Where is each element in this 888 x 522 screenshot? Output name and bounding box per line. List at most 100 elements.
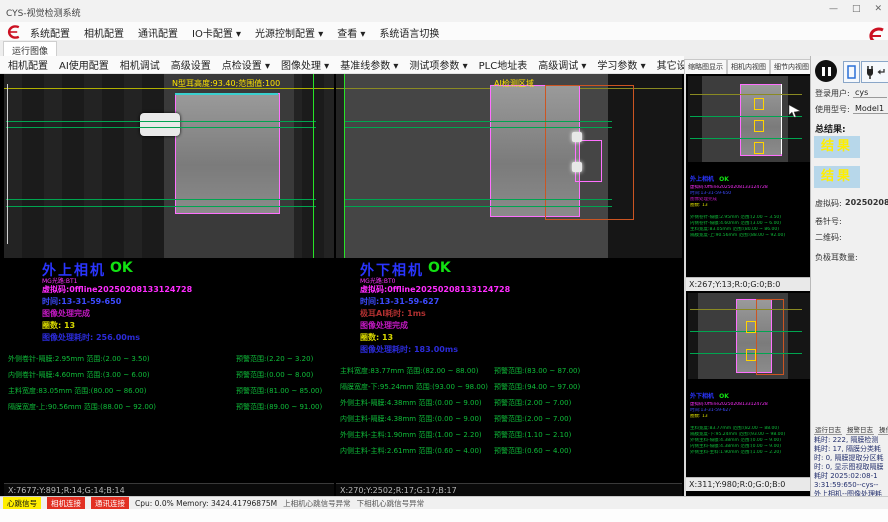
tool-advanced-settings[interactable]: 高级设置 [171, 57, 211, 72]
measure-value: 主料宽度:83.05mm 范围:(80.00 ~ 86.00) [8, 386, 146, 396]
upper-camera-heartbeat-text: 上相机心跳信号异常 [283, 498, 351, 509]
thumb1-yellow-line [690, 94, 802, 95]
tool-camera-debug[interactable]: 相机调试 [120, 57, 160, 72]
thumb1-pixel-coords: X:267;Y:13;R:0;G:0;B:0 [686, 277, 810, 291]
thumb1-title: 外上相机 [690, 176, 714, 183]
thumb2-row: 外侧主料-主料:1.90mm 范围:(1.00 ~ 2.20) [690, 450, 810, 456]
login-user-value: cys [853, 88, 887, 98]
thumb1-green-line-1 [690, 116, 802, 117]
mid-ai-time: 极耳AI耗时: 1ms [360, 308, 426, 319]
thumb2-count: 圈数: 13 [690, 414, 810, 420]
log-tab-operate[interactable]: 操作日志 [878, 424, 888, 435]
tool-baseline-params[interactable]: 基准线参数 ▾ [340, 57, 398, 72]
neg-tab-count-label: 负极耳数量: [815, 252, 858, 263]
close-icon[interactable]: ✕ [874, 4, 882, 14]
camera-connect-badge: 相机连接 [47, 497, 85, 510]
tool-learning-params[interactable]: 学习参数 ▾ [597, 57, 645, 72]
left-result-info: 外上相机 OK MG光路:BT1 虚拟码:0ffline202502081331… [4, 258, 334, 483]
thumb-tab-camera-view[interactable]: 相机内视图 [727, 59, 770, 74]
login-user-label: 登录用户: [815, 88, 850, 99]
middle-pixel-coords: X:270;Y:2502;R:17;G:17;B:17 [336, 483, 682, 496]
warn-range: 预警范围:(94.00 ~ 97.00) [494, 382, 580, 392]
middle-camera-view[interactable]: AI检测区域 外下相机 OK MG光路:BT0 虚拟码:0ffline20250… [336, 74, 682, 496]
thumbnail-1-image[interactable] [688, 76, 810, 162]
tool-ai-use-config[interactable]: AI使用配置 [59, 57, 109, 72]
left-overlay-yellow-line [4, 88, 334, 89]
left-connector-tab [140, 113, 180, 136]
thumbnail-column: 外上相机 OK 虚拟码:0ffline20250208133124728 时间:… [684, 74, 810, 496]
mid-green-line-2 [344, 127, 612, 128]
tool-spot-check[interactable]: 点检设置 ▾ [222, 57, 270, 72]
mid-camera-status: OK [428, 260, 451, 276]
measure-value: 隔膜宽度-上:90.56mm 范围:(88.00 ~ 92.00) [8, 402, 156, 412]
pause-button[interactable] [815, 60, 837, 82]
menu-view[interactable]: 查看 ▾ [337, 25, 365, 40]
return-button[interactable] [873, 61, 888, 83]
left-green-line-2 [6, 127, 316, 128]
thumb2-yellow-line [690, 309, 802, 310]
menu-camera-config[interactable]: 相机配置 [84, 25, 124, 40]
model-label: 使用型号: [815, 104, 850, 115]
thumb2-anno-box-2 [746, 349, 756, 361]
middle-result-info: 外下相机 OK MG光路:BT0 虚拟码:0ffline202502081331… [336, 258, 682, 483]
warn-range: 预警范围:(0.00 ~ 8.00) [236, 370, 313, 380]
log-tabs: 运行日志 报警日志 操作日志 [814, 424, 888, 435]
tool-camera-config[interactable]: 相机配置 [8, 57, 48, 72]
menu-comm-config[interactable]: 通讯配置 [138, 25, 178, 40]
measurement-row: 主料宽度:83.77mm 范围:(82.00 ~ 88.00) 预警范围:(83… [336, 366, 682, 376]
measurement-row: 外侧主料-隔膜:4.38mm 范围:(0.00 ~ 9.00) 预警范围:(2.… [336, 398, 682, 408]
tool-image-processing[interactable]: 图像处理 ▾ [281, 57, 329, 72]
total-result-label: 总结果: [815, 122, 846, 135]
menu-io-config[interactable]: IO卡配置 ▾ [192, 25, 241, 40]
log-tab-run[interactable]: 运行日志 [814, 424, 842, 435]
thumb-tab-detail-view[interactable]: 细节内视图 [770, 59, 813, 74]
minimize-icon[interactable]: — [829, 4, 838, 14]
measurement-row: 隔膜宽度-下:95.24mm 范围:(93.00 ~ 98.00) 预警范围:(… [336, 382, 682, 392]
left-white-vline [7, 84, 8, 244]
middle-camera-image[interactable]: AI检测区域 [336, 74, 682, 258]
maximize-icon[interactable]: □ [852, 4, 861, 14]
warn-range: 预警范围:(2.00 ~ 7.00) [494, 414, 571, 424]
log-tab-alarm[interactable]: 报警日志 [846, 424, 874, 435]
thumb1-anno-box-1 [754, 98, 764, 110]
tool-plc-address[interactable]: PLC地址表 [479, 57, 528, 72]
measure-value: 内侧主料-隔膜:4.38mm 范围:(0.00 ~ 9.00) [340, 414, 482, 424]
bottom-margin [0, 509, 888, 522]
measurement-row: 外侧卷针-隔膜:2.95mm 范围:(2.00 ~ 3.50) 预警范围:(2.… [4, 354, 334, 364]
measurement-row: 外侧主料-主料:1.90mm 范围:(1.00 ~ 2.20) 预警范围:(1.… [336, 430, 682, 440]
document-tab-strip [0, 40, 888, 57]
thumb2-title: 外下相机 [690, 393, 714, 400]
model-value[interactable]: Model1 [853, 104, 888, 114]
result-box-upper: 结果 [814, 136, 860, 158]
thumbnail-1-text: 外上相机 OK 虚拟码:0ffline20250208133124728 时间:… [690, 166, 810, 274]
mid-green-line-4 [344, 206, 612, 207]
thumb-tab-overview[interactable]: 缩略图显示 [684, 59, 727, 74]
title-bar: CYS-视觉检测系统 — □ ✕ [0, 0, 888, 23]
mid-barcode: 虚拟码:0ffline20250208133124728 [360, 284, 510, 295]
pause-icon [822, 67, 825, 76]
comm-connect-badge: 通讯连接 [91, 497, 129, 510]
left-camera-image[interactable]: N型耳高度:93.40;范围值:100 [4, 74, 334, 258]
left-camera-view[interactable]: N型耳高度:93.40;范围值:100 外上相机 OK MG光路:BT1 虚拟码… [4, 74, 334, 496]
warn-range: 预警范围:(83.00 ~ 87.00) [494, 366, 580, 376]
thumb2-pixel-coords: X:311;Y:980;R:0;G:0;B:0 [686, 477, 810, 491]
monitor-button[interactable] [843, 61, 860, 83]
tool-advanced-debug[interactable]: 高级调试 ▾ [538, 57, 586, 72]
menu-language[interactable]: 系统语言切换 [379, 25, 439, 40]
mid-turn-count: 圈数: 13 [360, 332, 393, 343]
left-overlay-label: N型耳高度:93.40;范围值:100 [172, 78, 280, 89]
measure-value: 主料宽度:83.77mm 范围:(82.00 ~ 88.00) [340, 366, 478, 376]
menu-system-config[interactable]: 系统配置 [30, 25, 70, 40]
left-cell-region [175, 93, 280, 214]
lower-camera-heartbeat-text: 下相机心跳信号异常 [357, 498, 425, 509]
thumbnail-2-image[interactable] [688, 293, 810, 379]
result-box-lower: 结果 [814, 166, 860, 188]
thumb1-anno-box-3 [754, 142, 764, 154]
menu-light-config[interactable]: 光源控制配置 ▾ [255, 25, 323, 40]
log-text: 耗时: 222, 隔膜检测耗时: 17, 隔膜分类耗时: 0, 隔膜提取分区耗时… [814, 436, 884, 492]
tool-test-params[interactable]: 测试项参数 ▾ [409, 57, 467, 72]
thumb1-anno-box-2 [754, 120, 764, 132]
thumb1-count: 圈数: 13 [690, 203, 810, 209]
left-barcode: 虚拟码:0ffline20250208133124728 [42, 284, 192, 295]
mid-glint-2 [572, 162, 582, 172]
